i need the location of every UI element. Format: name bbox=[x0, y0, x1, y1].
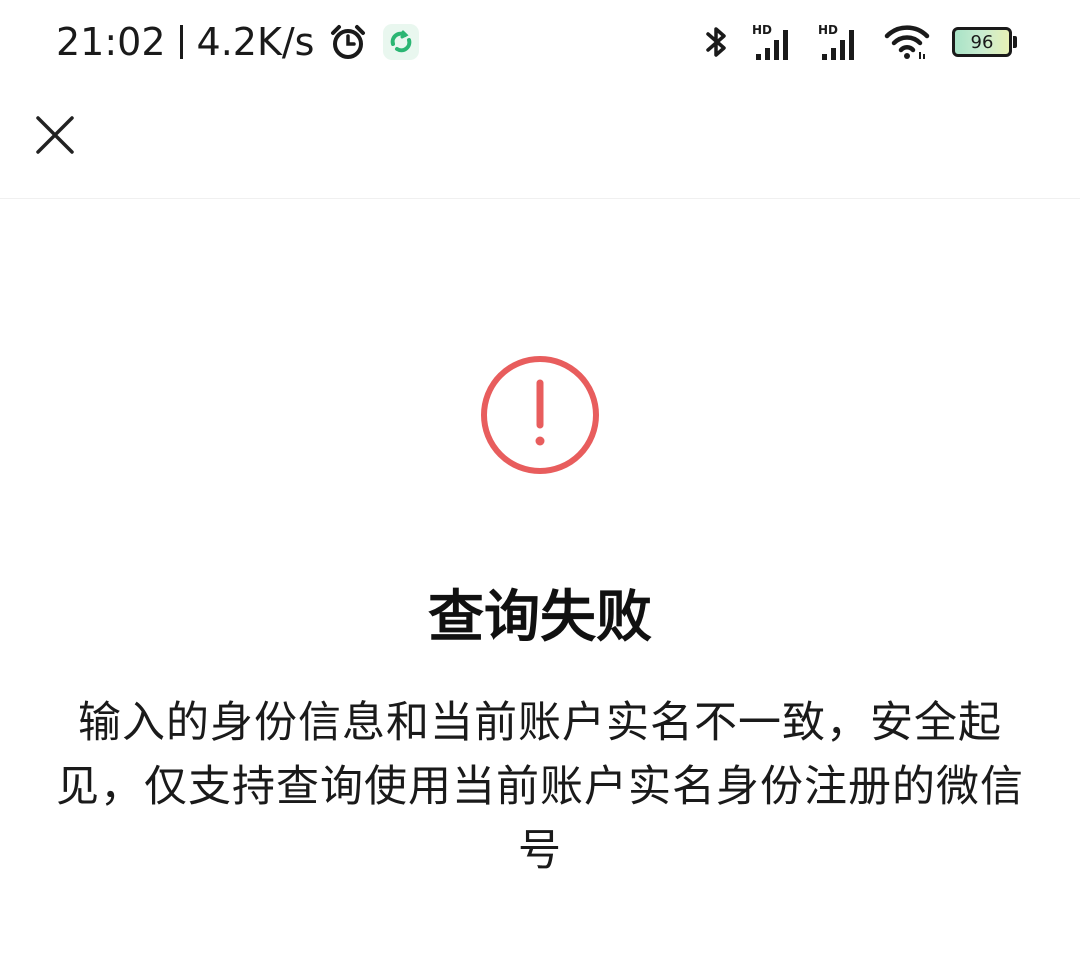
status-bar: 21:02 4.2K/s HD HD 96 bbox=[0, 0, 1080, 86]
status-net-speed: 4.2K/s bbox=[196, 20, 315, 64]
top-action-bar bbox=[0, 86, 1080, 199]
bluetooth-icon bbox=[704, 22, 730, 62]
status-time: 21:02 bbox=[56, 20, 166, 64]
alarm-icon bbox=[328, 22, 368, 62]
wifi-icon bbox=[884, 23, 930, 61]
app-notification-icon bbox=[382, 23, 420, 61]
warning-circle-icon bbox=[481, 356, 599, 474]
status-bar-left: 21:02 4.2K/s bbox=[56, 18, 420, 66]
svg-text:HD: HD bbox=[752, 23, 772, 37]
close-icon bbox=[36, 116, 74, 154]
hd-signal-icon: HD bbox=[752, 22, 796, 62]
battery-level: 96 bbox=[970, 31, 994, 53]
battery-icon: 96 bbox=[952, 27, 1017, 57]
status-bar-right: HD HD 96 bbox=[704, 20, 1017, 64]
hd-signal-icon: HD bbox=[818, 22, 862, 62]
result-content: 查询失败 输入的身份信息和当前账户实名不一致，安全起见，仅支持查询使用当前账户实… bbox=[0, 199, 1080, 955]
status-separator bbox=[179, 25, 183, 59]
close-button[interactable] bbox=[30, 110, 80, 160]
page-title: 查询失败 bbox=[428, 585, 652, 650]
svg-text:HD: HD bbox=[818, 23, 838, 37]
error-message: 输入的身份信息和当前账户实名不一致，安全起见，仅支持查询使用当前账户实名身份注册… bbox=[56, 698, 1024, 876]
